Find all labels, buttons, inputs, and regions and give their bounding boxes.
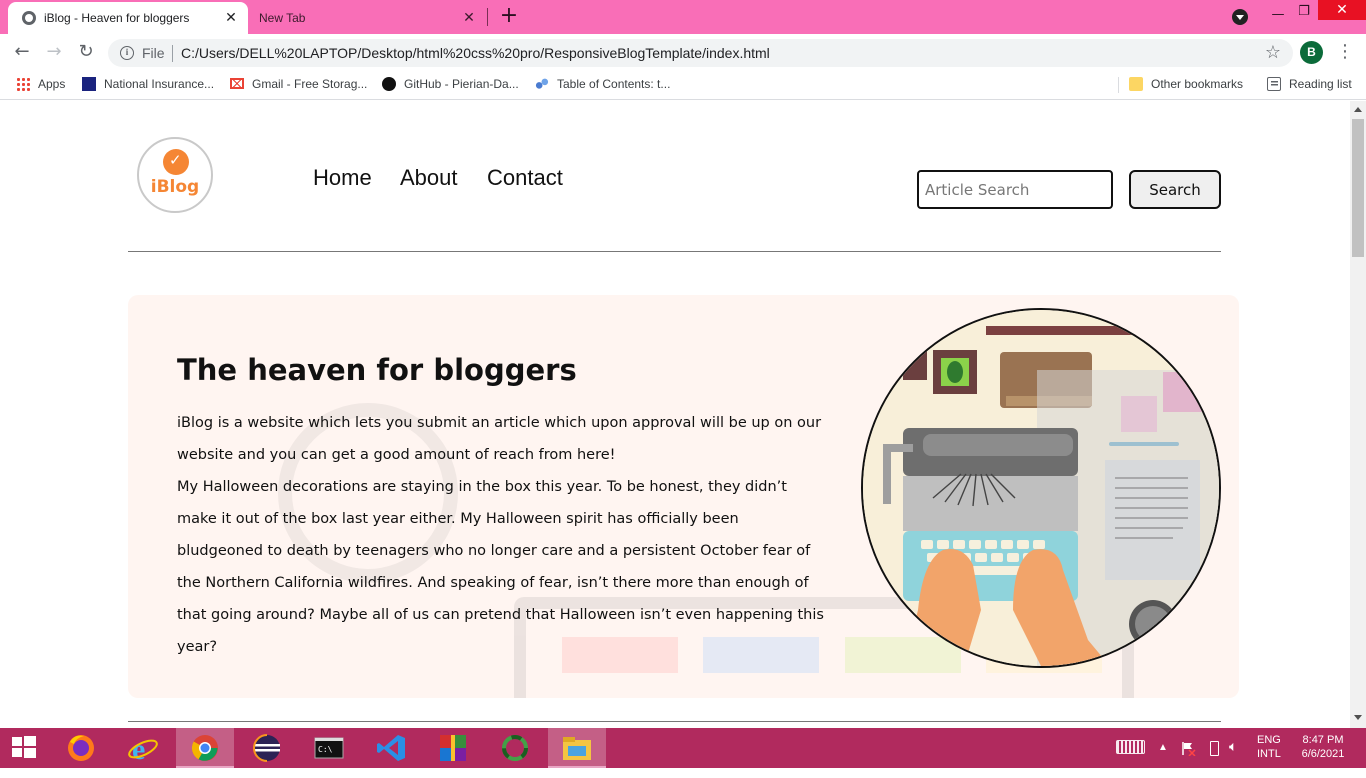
search-button[interactable]: Search [1129, 170, 1221, 209]
url-text[interactable]: C:/Users/DELL%20LAPTOP/Desktop/html%20cs… [181, 45, 770, 61]
page-scrollbar[interactable] [1350, 101, 1366, 728]
typewriter-illustration-art [863, 310, 1219, 666]
github-icon [382, 77, 396, 91]
bookmark-star-icon[interactable]: ☆ [1265, 42, 1281, 63]
vscode-icon[interactable] [374, 732, 408, 764]
scroll-up-icon[interactable] [1354, 107, 1362, 112]
tab-iblog[interactable]: iBlog - Heaven for bloggers ✕ [8, 2, 248, 34]
clock-date: 6/6/2021 [1301, 748, 1345, 760]
terminal-icon[interactable]: C:\ [312, 732, 346, 764]
nav-about[interactable]: About [400, 165, 458, 191]
hero-paragraph: My Halloween decorations are staying in … [177, 479, 824, 655]
forward-button[interactable]: → [42, 40, 66, 64]
restore-button[interactable]: ❐ [1288, 0, 1320, 24]
battery-icon[interactable] [1210, 741, 1219, 756]
watermark-card [845, 637, 961, 673]
file-explorer-icon[interactable] [560, 732, 594, 764]
logo-check-icon [163, 149, 189, 175]
bookmark-label: National Insurance... [104, 77, 215, 91]
close-tab-icon[interactable]: ✕ [460, 9, 478, 27]
bookmark-label: Other bookmarks [1151, 77, 1244, 91]
reading-list[interactable]: Reading list [1267, 77, 1352, 93]
volume-icon[interactable]: 🔈︎ [1229, 738, 1237, 778]
bookmark-table-of-contents[interactable]: Table of Contents: t... [535, 77, 670, 93]
table-of-contents-icon [535, 77, 549, 91]
profile-avatar[interactable]: B [1300, 41, 1323, 64]
typewriter-illustration [861, 308, 1221, 668]
windows-taskbar: e C:\ ▲ 🔈︎ ENG INTL 8:47 PM 6/6/2021 [0, 728, 1366, 768]
keyboard-icon[interactable] [1116, 740, 1145, 754]
gmail-icon [230, 78, 244, 89]
action-center-flag-icon[interactable] [1180, 740, 1196, 757]
page-viewport: iBlog Home About Contact Search The heav… [0, 101, 1350, 728]
national-insurance-icon [82, 77, 96, 91]
window-close-button[interactable]: ✕ [1318, 0, 1366, 20]
language-code: ENG [1257, 734, 1281, 746]
hero-title: The heaven for bloggers [177, 353, 577, 387]
hero-section: The heaven for bloggers iBlog is a websi… [128, 295, 1239, 698]
section-divider [128, 721, 1221, 722]
globe-icon [22, 11, 36, 25]
bookmark-label: Reading list [1289, 77, 1352, 91]
tab-divider [487, 8, 488, 26]
bookmark-label: Table of Contents: t... [557, 77, 671, 91]
tab-title: New Tab [259, 11, 306, 25]
chrome-icon[interactable] [188, 732, 222, 764]
tab-new-tab[interactable]: New Tab ✕ [248, 2, 488, 34]
tab-search-icon[interactable] [1232, 9, 1248, 25]
svg-text:C:\: C:\ [318, 745, 333, 754]
clock-time: 8:47 PM [1302, 734, 1344, 746]
omnibox-divider [172, 45, 173, 62]
bookmark-national-insurance[interactable]: National Insurance... [82, 77, 214, 93]
back-button[interactable]: ← [10, 40, 34, 64]
bookmark-apps[interactable]: Apps [16, 77, 65, 93]
clock[interactable]: 8:47 PM 6/6/2021 [1298, 734, 1348, 774]
refresh-app-icon[interactable] [498, 732, 532, 764]
url-scheme: File [142, 45, 165, 61]
tab-bar: iBlog - Heaven for bloggers ✕ New Tab ✕ … [0, 0, 1366, 34]
reload-button[interactable]: ↻ [74, 40, 98, 64]
article-search-input[interactable] [917, 170, 1113, 209]
browser-toolbar: ← → ↻ i File C:/Users/DELL%20LAPTOP/Desk… [0, 34, 1366, 70]
bookmark-gmail[interactable]: Gmail - Free Storag... [230, 77, 367, 93]
folder-icon [1129, 77, 1143, 91]
header-divider [128, 251, 1221, 252]
eclipse-icon[interactable] [250, 732, 284, 764]
address-bar[interactable]: i File C:/Users/DELL%20LAPTOP/Desktop/ht… [108, 39, 1293, 67]
hero-paragraph: iBlog is a website which lets you submit… [177, 415, 822, 463]
firefox-icon[interactable] [64, 732, 98, 764]
close-tab-icon[interactable]: ✕ [222, 9, 240, 27]
start-icon[interactable] [8, 732, 42, 764]
show-hidden-icons[interactable]: ▲ [1158, 742, 1168, 754]
winrar-icon[interactable] [436, 732, 470, 764]
bookmark-label: Gmail - Free Storag... [252, 77, 368, 91]
info-icon[interactable]: i [120, 46, 134, 60]
nav-contact[interactable]: Contact [487, 165, 563, 191]
hero-text: iBlog is a website which lets you submit… [177, 407, 825, 663]
bookmarks-bar: Apps National Insurance... Gmail - Free … [0, 70, 1366, 100]
bookmarks-divider [1118, 77, 1119, 93]
new-tab-button[interactable]: + [498, 5, 520, 27]
iblog-logo[interactable]: iBlog [137, 137, 213, 213]
nav-home[interactable]: Home [313, 165, 372, 191]
tab-title: iBlog - Heaven for bloggers [44, 11, 190, 25]
bookmark-github[interactable]: GitHub - Pierian-Da... [382, 77, 519, 93]
bookmark-label: Apps [38, 77, 66, 91]
keyboard-layout: INTL [1257, 748, 1281, 760]
scroll-thumb[interactable] [1352, 119, 1364, 257]
logo-text: iBlog [150, 177, 200, 197]
apps-grid-icon [16, 77, 30, 91]
language-indicator[interactable]: ENG INTL [1257, 734, 1281, 774]
internet-explorer-icon[interactable]: e [126, 732, 160, 766]
bookmark-label: GitHub - Pierian-Da... [404, 77, 519, 91]
other-bookmarks[interactable]: Other bookmarks [1129, 77, 1243, 93]
scroll-down-icon[interactable] [1354, 715, 1362, 720]
chrome-menu-icon[interactable]: ⋮ [1336, 41, 1354, 63]
reading-list-icon [1267, 77, 1281, 91]
